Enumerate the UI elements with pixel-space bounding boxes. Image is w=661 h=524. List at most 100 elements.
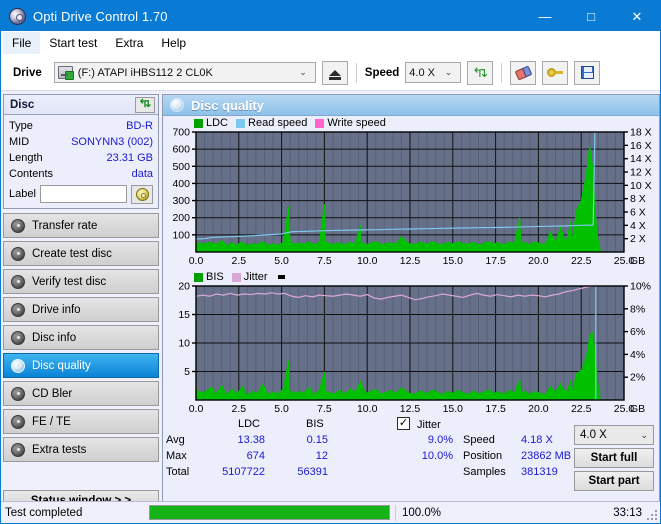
stats-position-value: 23862 MB [521,450,572,462]
drive-select[interactable]: (F:) ATAPI iHBS112 2 CL0K ⌄ [53,62,316,83]
stats-bis-max: 12 [315,450,328,462]
sidebar-item-fe-te[interactable]: FE / TE [3,409,159,434]
bis-jitter-chart-container: 5 10 15 20 2% 4% 6% 8% 10% 0.0 2.5 5.0 7.5 10.0 12.5 15… [163,270,659,418]
eject-button[interactable] [321,60,348,85]
svg-text:12.5: 12.5 [400,403,421,415]
close-icon: ✕ [631,8,643,24]
sidebar-item-label: Create test disc [32,247,112,260]
stats-position-label: Position [463,450,503,462]
start-full-button[interactable]: Start full [574,448,654,468]
disc-row-type: Type BD-R [9,118,153,134]
minimize-button[interactable]: — [522,1,568,31]
stats-speed-select[interactable]: 4.0 X ⌄ [574,425,654,445]
progress-bar [149,505,390,520]
svg-text:5.0: 5.0 [274,403,289,415]
sidebar-item-transfer-rate[interactable]: Transfer rate [3,213,159,238]
save-button[interactable] [574,60,601,85]
menu-extra[interactable]: Extra [106,32,152,54]
disc-row-type-label: Type [9,120,33,132]
refresh-button[interactable]: ↰ ↴ [467,60,494,85]
disc-refresh-button[interactable]: ↰ ↴ [135,96,155,113]
close-button[interactable]: ✕ [614,1,660,31]
svg-text:10%: 10% [630,281,651,293]
svg-text:GB: GB [630,403,645,415]
disc-row-contents: Contents data [9,166,153,182]
svg-text:20.0: 20.0 [528,255,549,267]
svg-text:20.0: 20.0 [528,403,549,415]
maximize-button[interactable]: □ [568,1,614,31]
svg-text:17.5: 17.5 [485,403,506,415]
svg-text:10.0: 10.0 [357,255,378,267]
key-button[interactable] [542,60,569,85]
disc-icon [11,386,25,401]
stats-panel: LDC BIS Avg Max Total 13.38 674 5107722 … [163,417,659,492]
disc-panel-title: Disc [10,98,35,111]
svg-text:5.0: 5.0 [274,255,289,267]
stats-samples-value: 381319 [521,466,558,478]
svg-text:6 X: 6 X [630,207,646,219]
erase-button[interactable] [510,60,537,85]
eraser-icon [514,64,533,81]
svg-text:22.5: 22.5 [571,403,592,415]
stats-ldc-total: 5107722 [222,466,265,478]
disc-icon [11,274,25,289]
sidebar-item-drive-info[interactable]: Drive info [3,297,159,322]
sidebar-item-verify-test-disc[interactable]: Verify test disc [3,269,159,294]
sidebar-item-create-test-disc[interactable]: Create test disc [3,241,159,266]
svg-text:GB: GB [630,255,645,267]
svg-text:600: 600 [172,144,190,156]
progress-bar-fill [150,506,389,519]
speed-select[interactable]: 4.0 X ⌄ [405,62,462,83]
key-icon [547,67,564,79]
jitter-checkbox[interactable]: ✓ [397,417,410,430]
disc-label-input[interactable] [39,185,127,203]
menu-file[interactable]: File [3,31,41,54]
disc-icon [11,302,25,317]
sidebar-item-disc-info[interactable]: Disc info [3,325,159,350]
svg-text:2%: 2% [630,372,645,384]
menu-bar: File Start test Extra Help [1,31,660,55]
menu-help[interactable]: Help [152,32,195,54]
sidebar-item-label: Disc info [32,331,77,344]
disc-icon [11,442,25,457]
start-part-button[interactable]: Start part [574,471,654,491]
stats-row-header-total: Total [166,466,190,478]
window-controls: — □ ✕ [522,1,660,31]
bis-chart-legend: BIS Jitter [194,271,285,283]
svg-text:2.5: 2.5 [231,255,246,267]
svg-text:0.0: 0.0 [189,403,204,415]
sidebar-item-disc-quality[interactable]: Disc quality [3,353,159,378]
svg-text:2 X: 2 X [630,233,646,245]
svg-text:6%: 6% [630,326,645,338]
svg-text:5: 5 [184,366,190,378]
svg-text:7.5: 7.5 [317,403,332,415]
legend-swatch-write-speed [315,118,325,128]
sidebar-item-label: Transfer rate [32,219,98,232]
sidebar-item-label: Disc quality [32,359,91,372]
legend-entry-jitter: Jitter [231,271,268,283]
drive-icon [57,66,74,80]
stats-ldc-max: 674 [246,450,265,462]
resize-grip[interactable] [647,510,657,520]
legend-swatch-jitter [231,272,241,282]
legend-label-read-speed: Read speed [248,117,308,129]
stats-jitter-avg: 9.0% [427,434,453,446]
menu-start-test[interactable]: Start test [40,32,106,54]
disc-label-pick-button[interactable] [131,184,153,204]
stats-speed-select-value: 4.0 X [580,429,607,441]
stats-row-header-avg: Avg [166,434,185,446]
toolbar-divider-1 [355,62,357,83]
legend-entry-write-speed: Write speed [315,117,386,129]
minimize-icon: — [538,8,552,24]
bis-jitter-chart[interactable]: 5 10 15 20 2% 4% 6% 8% 10% 0.0 2.5 5.0 7.5 10.0 12.5 15… [163,270,659,418]
disc-icon [11,246,25,261]
disc-info-list: Type BD-R MID SONYNN3 (002) Length 23.31… [4,115,158,208]
sidebar-item-cd-bler[interactable]: CD Bler [3,381,159,406]
svg-text:500: 500 [172,161,190,173]
disc-icon [9,7,26,25]
ldc-chart[interactable]: 100 200 300 400 500 600 700 2 X4 X6 X 8 X10 X12 … [163,116,659,270]
sidebar-item-extra-tests[interactable]: Extra tests [3,437,159,462]
svg-text:8%: 8% [630,303,645,315]
toolbar: Drive (F:) ATAPI iHBS112 2 CL0K ⌄ Speed … [1,55,660,91]
